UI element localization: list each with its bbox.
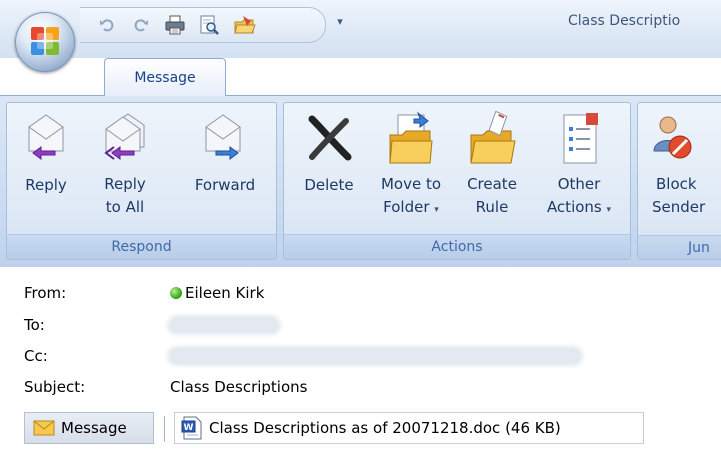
attachment-bar: Message W Class Descriptions as of 20071…	[0, 410, 721, 455]
ribbon: Reply Reply to All Forward Respond Delet…	[0, 95, 721, 267]
quick-access-toolbar	[80, 7, 326, 43]
title-bar: ▾ Class Descriptio	[0, 0, 721, 58]
customize-quick-access-button[interactable]: ▾	[334, 14, 346, 30]
sender-name: Eileen Kirk	[185, 284, 265, 302]
subject-label: Subject:	[24, 378, 86, 396]
reply-all-button-label: Reply to All	[104, 175, 146, 216]
outlook-message-window: ▾ Class Descriptio Message Reply Reply t…	[0, 0, 721, 455]
svg-text:W: W	[184, 423, 194, 433]
message-view-label: Message	[61, 419, 127, 437]
cc-label: Cc:	[24, 347, 48, 365]
undo-icon[interactable]	[94, 12, 120, 38]
word-document-icon: W	[181, 416, 202, 440]
group-label-respond: Respond	[7, 234, 276, 259]
window-title: Class Descriptio	[568, 13, 681, 29]
attachment-divider	[164, 416, 165, 442]
cc-recipients-redacted[interactable]	[170, 349, 580, 363]
reply-all-icon	[85, 111, 165, 169]
redo-icon[interactable]	[128, 12, 154, 38]
office-button[interactable]	[15, 12, 75, 72]
group-label-junk: Jun	[638, 235, 721, 259]
create-rule-icon	[456, 111, 528, 169]
to-recipients-redacted[interactable]	[170, 318, 278, 332]
group-respond: Reply Reply to All Forward Respond	[6, 102, 277, 260]
cc-row: Cc:	[24, 344, 704, 368]
move-to-folder-button-label: Move to Folder ▾	[380, 175, 442, 216]
move-to-folder-icon	[370, 111, 452, 169]
presence-online-icon	[170, 287, 182, 299]
chevron-down-icon: ▾	[606, 205, 612, 215]
save-to-folder-icon[interactable]	[232, 12, 258, 38]
tab-message[interactable]: Message	[104, 58, 226, 96]
attachment-file[interactable]: W Class Descriptions as of 20071218.doc …	[174, 412, 644, 444]
chevron-down-icon: ▾	[434, 205, 439, 215]
attachment-file-label: Class Descriptions as of 20071218.doc (4…	[209, 419, 561, 437]
reply-icon	[11, 111, 81, 169]
forward-button-label: Forward	[194, 176, 256, 194]
group-junk: Block Sender Jun	[637, 102, 721, 260]
delete-button-label: Delete	[304, 176, 354, 194]
block-sender-icon	[642, 111, 721, 169]
create-rule-button-label: Create Rule	[467, 175, 517, 216]
message-view-button[interactable]: Message	[24, 412, 154, 444]
delete-icon	[292, 111, 366, 169]
to-label: To:	[24, 316, 45, 334]
reply-button-label: Reply	[25, 176, 67, 194]
other-actions-icon	[534, 111, 624, 169]
from-value[interactable]: Eileen Kirk	[170, 281, 264, 305]
group-label-actions: Actions	[284, 234, 630, 259]
subject-value: Class Descriptions	[170, 378, 308, 396]
from-label: From:	[24, 284, 67, 302]
forward-icon	[179, 111, 271, 169]
message-header: From: Eileen Kirk To: Cc: Subject: Class…	[0, 267, 721, 407]
print-icon[interactable]	[162, 12, 188, 38]
envelope-icon	[33, 420, 55, 436]
block-sender-button-label: Block Sender	[652, 175, 706, 216]
office-logo-icon	[31, 27, 59, 55]
other-actions-button-label: Other Actions ▾	[546, 175, 612, 216]
group-actions: Delete Move to Folder ▾ Create Rule Othe…	[283, 102, 631, 260]
to-row: To:	[24, 313, 704, 337]
print-preview-icon[interactable]	[196, 12, 222, 38]
